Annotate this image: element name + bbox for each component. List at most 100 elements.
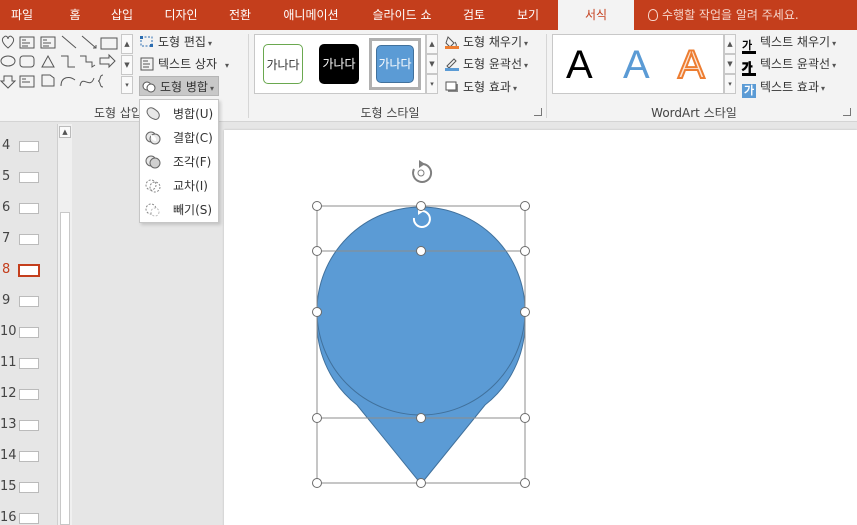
shape-styles-dialog-launcher[interactable] <box>534 108 542 116</box>
resize-handle[interactable] <box>312 246 322 256</box>
text-outline-icon: 가 <box>741 62 756 76</box>
resize-handle[interactable] <box>520 246 530 256</box>
tab-slideshow[interactable]: 슬라이드 쇼 <box>364 0 440 30</box>
slide-thumb-image <box>19 482 39 493</box>
slide-thumbnail[interactable]: 6 <box>0 198 56 218</box>
shape-fill-label: 도형 채우기 <box>463 35 523 49</box>
wordart-gallery-scroll-up[interactable]: ▲ <box>724 34 736 54</box>
style-gallery-scroll-up[interactable]: ▲ <box>426 34 438 54</box>
heart-shape-icon <box>1 35 15 49</box>
scrollbar-thumb[interactable] <box>60 212 70 525</box>
slide-thumbnail[interactable]: 11 <box>0 353 56 373</box>
merge-shapes-icon <box>142 80 156 94</box>
tab-home[interactable]: 홈 <box>58 0 92 30</box>
tell-me-search[interactable]: 수행할 작업을 알려 주세요. <box>648 0 799 30</box>
tab-transitions[interactable]: 전환 <box>222 0 258 30</box>
shape-style-swatch-outline-green[interactable]: 가나다 <box>263 44 303 84</box>
shape-effects-button[interactable]: 도형 효과 ▾ <box>445 77 517 97</box>
slide-thumbnail[interactable]: 4 <box>0 136 56 156</box>
shape-gallery-more[interactable]: ▾ <box>121 76 133 94</box>
slide-thumbnail[interactable]: 14 <box>0 446 56 466</box>
wordart-gallery-more[interactable]: ▾ <box>724 74 736 94</box>
slide-number: 5 <box>2 169 11 184</box>
chevron-down-icon: ▾ <box>209 84 214 93</box>
menu-item-union[interactable]: 병합(U) <box>140 102 218 126</box>
resize-handle[interactable] <box>416 246 426 256</box>
resize-handle[interactable] <box>416 201 426 211</box>
shape-gallery-scroll-down[interactable]: ▼ <box>121 55 133 75</box>
text-fill-icon: 가 <box>742 40 756 54</box>
menu-item-intersect[interactable]: 교차(I) <box>140 174 218 198</box>
shape-gallery-scroll-up[interactable]: ▲ <box>121 34 133 54</box>
tab-format[interactable]: 서식 <box>558 0 634 31</box>
tab-file[interactable]: 파일 <box>0 0 44 30</box>
slide-thumbnail[interactable]: 9 <box>0 291 56 311</box>
thumbnail-scrollbar[interactable]: ▲ <box>57 124 72 525</box>
text-outline-button[interactable]: 가 텍스트 윤곽선 ▾ <box>741 54 836 76</box>
tab-design[interactable]: 디자인 <box>158 0 204 30</box>
menu-item-combine[interactable]: 결합(C) <box>140 126 218 150</box>
chevron-down-icon: ▾ <box>512 84 517 93</box>
slide-thumbnail[interactable]: 7 <box>0 229 56 249</box>
shape-style-swatch-blue[interactable]: 가나다 <box>376 45 414 83</box>
tab-review[interactable]: 검토 <box>454 0 494 30</box>
slide-thumbnail[interactable]: 12 <box>0 384 56 404</box>
resize-handle[interactable] <box>416 478 426 488</box>
text-box-button[interactable]: 텍스트 상자 ▾ <box>140 54 229 74</box>
wordart-style-gallery[interactable]: A A A <box>552 34 724 94</box>
slide-thumb-image <box>19 420 39 431</box>
group-separator <box>546 34 547 118</box>
oval-shape-icon <box>0 55 16 67</box>
menu-item-fragment[interactable]: 조각(F) <box>140 150 218 174</box>
tab-animations[interactable]: 애니메이션 <box>276 0 346 30</box>
resize-handle[interactable] <box>520 201 530 211</box>
slide-number: 9 <box>2 293 11 308</box>
wordart-styles-group-label: WordArt 스타일 <box>651 106 737 120</box>
chevron-down-icon: ▾ <box>832 39 837 48</box>
slide-thumbnail[interactable]: 13 <box>0 415 56 435</box>
scroll-up-arrow-icon[interactable]: ▲ <box>59 126 71 138</box>
resize-handle[interactable] <box>312 201 322 211</box>
slide-thumb-image <box>19 389 39 400</box>
resize-handle[interactable] <box>520 307 530 317</box>
text-fill-button[interactable]: 가 텍스트 채우기 ▾ <box>742 32 837 54</box>
style-gallery-scroll-down[interactable]: ▼ <box>426 54 438 74</box>
wordart-style-orange-outline[interactable]: A <box>677 42 706 88</box>
wordart-style-blue[interactable]: A <box>623 43 650 87</box>
resize-handle[interactable] <box>312 307 322 317</box>
slide-thumbnail-panel: 4 5 6 7 8 9 10 11 12 13 14 15 16 ▲ <box>0 122 72 525</box>
tab-insert[interactable]: 삽입 <box>104 0 140 30</box>
tab-view[interactable]: 보기 <box>508 0 548 30</box>
slide-thumbnail[interactable]: 16 <box>0 508 56 525</box>
slide-thumbnail[interactable]: 5 <box>0 167 56 187</box>
shape-outline-button[interactable]: 도형 윤곽선 ▾ <box>445 54 528 74</box>
combine-icon <box>145 130 161 146</box>
slide-thumbnail[interactable]: 15 <box>0 477 56 497</box>
text-box-label: 텍스트 상자 <box>158 57 218 71</box>
wordart-dialog-launcher[interactable] <box>843 108 851 116</box>
wordart-style-black[interactable]: A <box>566 43 593 87</box>
text-effects-button[interactable]: 가 텍스트 효과 ▾ <box>742 77 825 98</box>
triangle-shape-icon <box>41 54 55 68</box>
shape-gallery[interactable] <box>0 34 120 96</box>
fragment-icon <box>145 154 161 170</box>
shape-style-swatch-black[interactable]: 가나다 <box>319 44 359 84</box>
circle-shape[interactable] <box>316 206 526 416</box>
resize-handle[interactable] <box>416 413 426 423</box>
slide-thumbnail[interactable]: 10 <box>0 322 56 342</box>
wordart-gallery-scroll-down[interactable]: ▼ <box>724 54 736 74</box>
merge-shapes-button[interactable]: 도형 병합 ▾ <box>139 76 219 96</box>
resize-handle[interactable] <box>312 413 322 423</box>
resize-handle[interactable] <box>520 478 530 488</box>
slide-thumbnail-active[interactable]: 8 <box>0 260 56 280</box>
shape-style-gallery[interactable]: 가나다 가나다 가나다 <box>254 34 426 94</box>
slide-number: 8 <box>2 262 11 277</box>
tell-me-text: 수행할 작업을 알려 주세요. <box>662 8 799 22</box>
style-gallery-more[interactable]: ▾ <box>426 74 438 94</box>
shape-fill-button[interactable]: 도형 채우기 ▾ <box>445 32 528 52</box>
resize-handle[interactable] <box>312 478 322 488</box>
edit-shape-button[interactable]: 도형 편집 ▾ <box>140 32 212 52</box>
group-separator <box>248 34 249 118</box>
resize-handle[interactable] <box>520 413 530 423</box>
menu-item-subtract[interactable]: 빼기(S) <box>140 198 218 222</box>
